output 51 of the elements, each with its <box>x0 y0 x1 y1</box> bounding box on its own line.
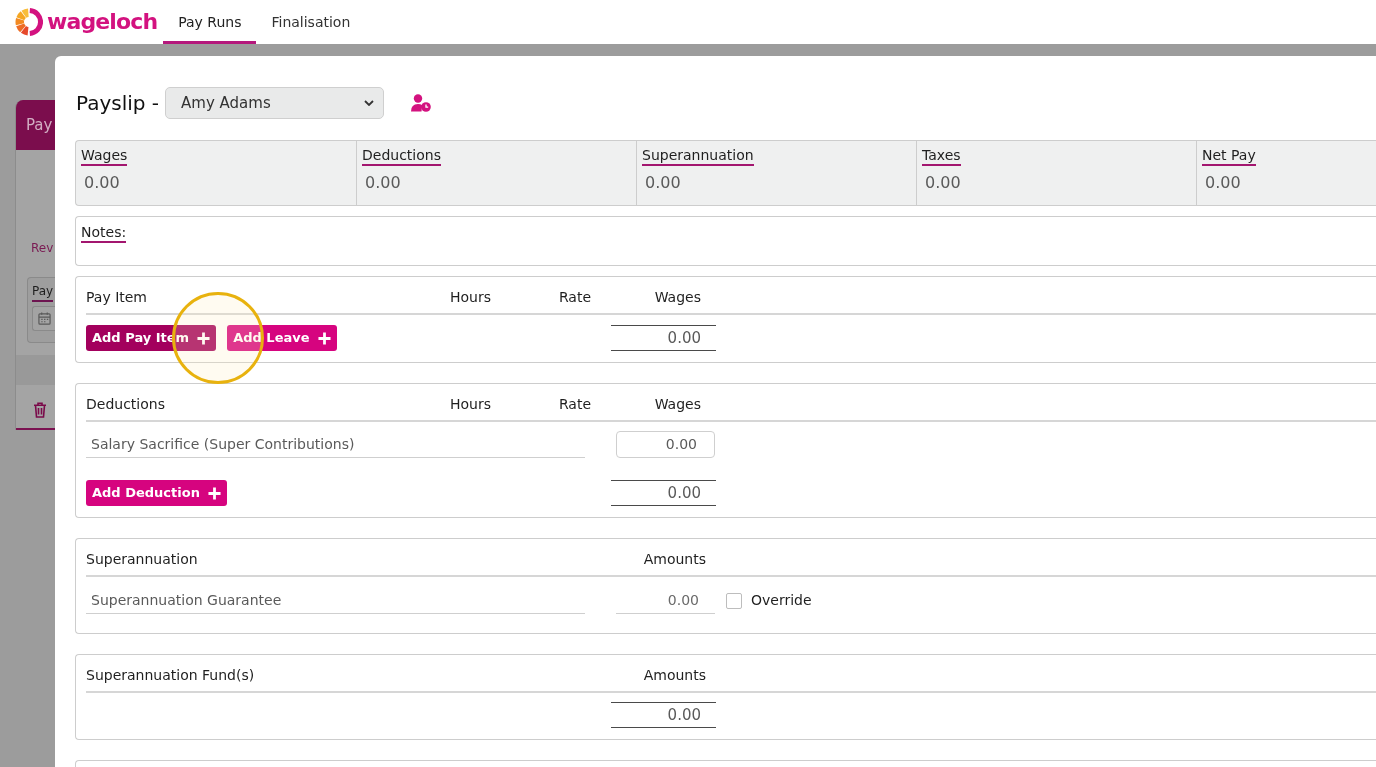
plus-icon <box>317 331 331 345</box>
summary-label: Deductions <box>362 147 441 166</box>
total-value: 0.00 <box>611 325 716 351</box>
user-clock-icon[interactable] <box>411 94 432 112</box>
employee-select[interactable]: Amy Adams <box>165 87 385 119</box>
column-header: Pay Item <box>86 288 147 307</box>
field-label: Pay <box>32 283 54 302</box>
calendar-button[interactable] <box>32 306 55 331</box>
logo-icon <box>15 8 43 36</box>
column-header: Amounts <box>643 666 706 685</box>
column-header: Rate <box>558 288 591 307</box>
dialog-title: Payslip - <box>75 90 160 117</box>
card-title: Pay <box>26 114 53 136</box>
column-header: Hours <box>450 395 491 414</box>
item-name-field[interactable]: Superannuation Guarantee <box>86 587 585 614</box>
calendar-icon <box>37 312 51 325</box>
amount-input[interactable]: 0.00 <box>616 431 715 458</box>
trash-icon[interactable] <box>33 402 47 418</box>
nav-tab[interactable]: Pay Runs <box>163 0 257 44</box>
column-header: Wages <box>654 288 701 307</box>
plus-icon <box>207 486 221 500</box>
summary-value: 0.00 <box>83 173 120 192</box>
notes-label: Notes: <box>81 224 127 243</box>
column-header: Deductions <box>86 395 165 414</box>
column-header: Superannuation Fund(s) <box>86 666 255 685</box>
logo-text: wageloch <box>47 8 158 36</box>
total-value: 0.00 <box>611 702 716 728</box>
column-header: Wages <box>654 395 701 414</box>
amount-field[interactable]: 0.00 <box>616 587 715 614</box>
summary-value: 0.00 <box>644 173 681 192</box>
checkbox-label[interactable]: Override <box>751 590 812 611</box>
column-header: Hours <box>450 288 491 307</box>
summary-label: Superannuation <box>642 147 754 166</box>
nav-tab[interactable]: Finalisation <box>256 0 366 44</box>
override-checkbox[interactable] <box>726 592 742 609</box>
item-name-field[interactable]: Salary Sacrifice (Super Contributions) <box>86 431 585 458</box>
column-header: Rate <box>558 395 591 414</box>
summary-value: 0.00 <box>1204 173 1241 192</box>
summary-label: Net Pay <box>1202 147 1256 166</box>
summary-value: 0.00 <box>364 173 401 192</box>
summary-value: 0.00 <box>924 173 961 192</box>
summary-label: Taxes <box>922 147 961 166</box>
add-button[interactable]: Add Leave <box>227 325 337 351</box>
add-button[interactable]: Add Deduction <box>86 480 227 506</box>
column-header: Amounts <box>643 550 706 569</box>
total-value: 0.00 <box>611 480 716 506</box>
chevron-down-icon <box>364 100 375 106</box>
card-link[interactable]: Rev <box>31 238 54 257</box>
summary-label: Wages <box>81 147 128 166</box>
plus-icon <box>197 331 211 345</box>
column-header: Superannuation <box>86 550 198 569</box>
